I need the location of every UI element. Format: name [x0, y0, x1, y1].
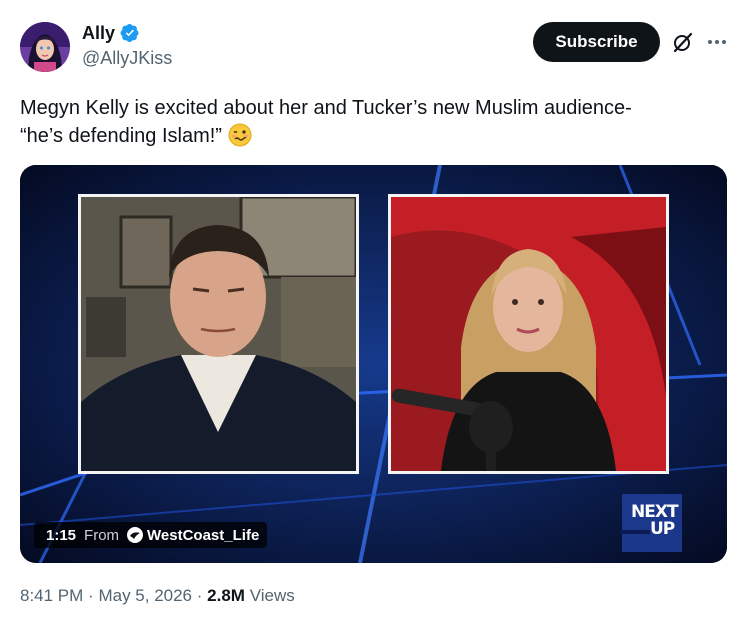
video-source-name[interactable]: WestCoast_Life: [147, 527, 259, 544]
verified-badge-icon[interactable]: [120, 23, 140, 43]
video-from-label: From: [84, 526, 120, 544]
video-meta-overlay: 1:15 From WestCoast_Life: [34, 522, 268, 548]
views-label: Views: [249, 586, 295, 605]
tweet: Ally @AllyJKiss Subscribe Megyn Kelly is…: [0, 0, 744, 628]
source-avatar-icon: [127, 527, 144, 543]
next-up-badge: NEXT UP: [620, 490, 686, 556]
more-icon[interactable]: [706, 30, 728, 54]
grok-icon[interactable]: [671, 30, 695, 54]
subscribe-button[interactable]: Subscribe: [533, 22, 660, 62]
video-duration: 1:15: [46, 526, 77, 544]
tweet-text: Megyn Kelly is excited about her and Tuc…: [20, 94, 720, 150]
post-date[interactable]: May 5, 2026: [98, 586, 192, 605]
meta-separator: ·: [196, 586, 203, 605]
author-block: Ally @AllyJKiss: [82, 22, 172, 69]
tweet-text-line-2: “he’s defending Islam!”: [20, 122, 720, 150]
right-video-panel: [388, 194, 669, 474]
woozy-face-emoji-icon: [228, 123, 252, 147]
author-name[interactable]: Ally: [82, 23, 115, 44]
tweet-text-line-2-text: “he’s defending Islam!”: [20, 125, 222, 147]
views-count[interactable]: 2.8M: [207, 586, 245, 605]
post-time[interactable]: 8:41 PM: [20, 586, 83, 605]
left-video-panel: [78, 194, 359, 474]
post-meta: 8:41 PM · May 5, 2026 · 2.8M Views: [20, 586, 295, 606]
avatar[interactable]: [20, 22, 70, 72]
next-up-line-2: UP: [650, 519, 675, 539]
tweet-text-line-1: Megyn Kelly is excited about her and Tuc…: [20, 97, 632, 119]
video-player[interactable]: 1:15 From WestCoast_Life NEXT UP: [20, 165, 727, 563]
meta-separator: ·: [88, 586, 94, 605]
author-handle[interactable]: @AllyJKiss: [82, 48, 172, 69]
video-source[interactable]: WestCoast_Life: [127, 527, 259, 544]
